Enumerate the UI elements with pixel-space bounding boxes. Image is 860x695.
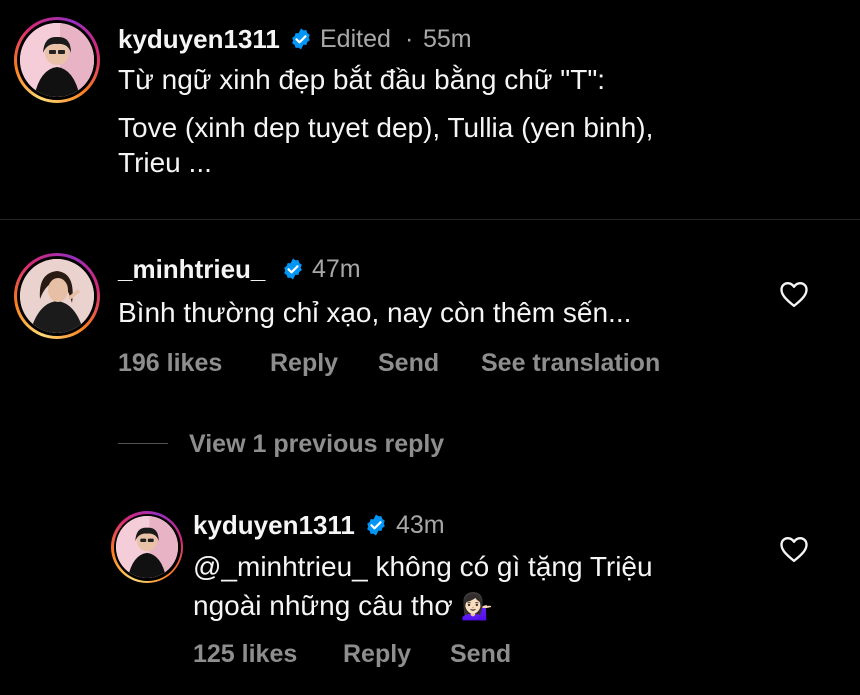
- reply-text-line-2: ngoài những câu thơ 💁🏻‍♀️: [193, 585, 493, 627]
- reply-send-button[interactable]: Send: [450, 640, 511, 669]
- verified-badge-icon: [292, 28, 310, 50]
- reply-timestamp: 43m: [396, 511, 445, 539]
- reply-likes-count[interactable]: 125 likes: [193, 640, 297, 669]
- avatar[interactable]: [14, 17, 100, 103]
- reply-avatar[interactable]: [111, 511, 183, 583]
- caption-timestamp: 55m: [423, 25, 472, 53]
- reply-text-line-2-words: ngoài những câu thơ: [193, 590, 453, 621]
- view-replies-line: [118, 443, 168, 444]
- comment-likes-count[interactable]: 196 likes: [118, 349, 222, 378]
- comment-timestamp: 47m: [312, 255, 361, 283]
- reply-username[interactable]: kyduyen1311: [193, 510, 355, 541]
- like-heart-icon[interactable]: [779, 535, 809, 563]
- reply-profile-photo: [116, 516, 178, 578]
- verified-badge-icon: [284, 258, 302, 280]
- comment-text: Bình thường chỉ xạo, nay còn thêm sến...: [118, 297, 632, 328]
- comment-username[interactable]: _minhtrieu_: [118, 254, 265, 285]
- like-heart-icon[interactable]: [779, 280, 809, 308]
- comment-avatar[interactable]: [14, 253, 100, 339]
- caption-text-line-3: Trieu ...: [118, 147, 212, 178]
- caption-text-line-1: Từ ngữ xinh đẹp bắt đầu bằng chữ "T":: [118, 64, 606, 95]
- reply-reply-button[interactable]: Reply: [343, 640, 411, 669]
- see-translation-button[interactable]: See translation: [481, 349, 660, 378]
- verified-badge-icon: [367, 514, 385, 536]
- view-previous-reply-button[interactable]: View 1 previous reply: [189, 430, 444, 459]
- person-tipping-hand-emoji-icon: 💁🏻‍♀️: [460, 591, 493, 621]
- edited-label: Edited: [320, 25, 391, 53]
- caption-username[interactable]: kyduyen1311: [118, 24, 280, 55]
- caption-divider: [0, 219, 860, 220]
- comment-profile-photo: [20, 259, 94, 333]
- comment-reply-button[interactable]: Reply: [270, 349, 338, 378]
- profile-photo: [20, 23, 94, 97]
- comment-send-button[interactable]: Send: [378, 349, 439, 378]
- reply-text-line-1: @_minhtrieu_ không có gì tặng Triệu: [193, 551, 653, 582]
- meta-separator: ·: [405, 25, 414, 53]
